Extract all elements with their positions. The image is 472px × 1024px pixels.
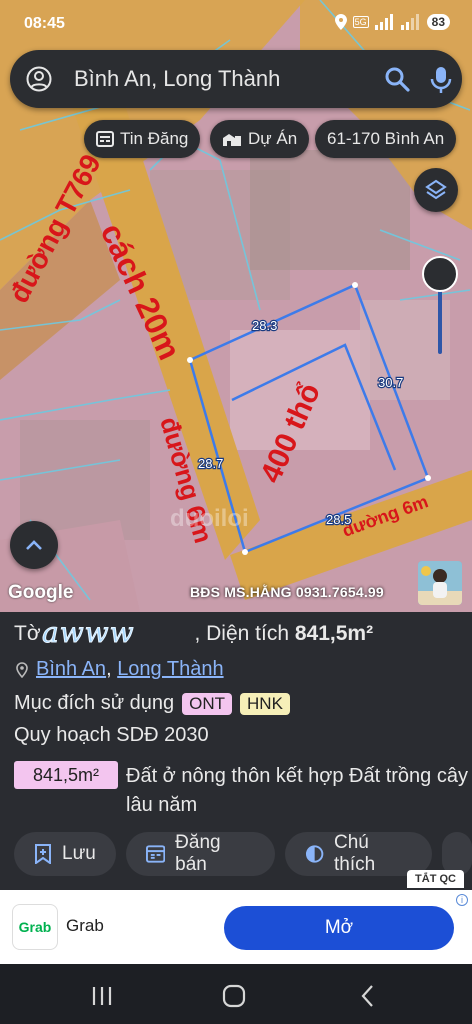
parcel-info-panel: Tờ awww , Diện tích 841,5m² Bình An, Lon… xyxy=(0,612,472,890)
microphone-icon[interactable] xyxy=(430,66,452,94)
land-use-row: Mục đích sử dụng ONT HNK xyxy=(14,692,290,715)
google-attribution: Google xyxy=(8,582,74,603)
area-label: , Diện tích xyxy=(194,622,289,645)
bookmark-add-icon xyxy=(35,844,51,864)
status-time: 08:45 xyxy=(24,15,65,32)
layers-button[interactable] xyxy=(414,168,458,212)
app-root: đường T769 cách 20m đường 6m 400 thổ đườ… xyxy=(0,0,472,1024)
system-nav-bar xyxy=(0,964,472,1024)
title-sticker: awww xyxy=(42,616,135,650)
parcel-title: Tờ awww , Diện tích 841,5m² xyxy=(14,616,374,650)
chip-projects-label: Dự Án xyxy=(248,129,298,148)
location-separator: , xyxy=(106,658,112,680)
legend-icon xyxy=(305,845,324,863)
search-input[interactable]: Bình An, Long Thành xyxy=(74,66,280,92)
seller-avatar xyxy=(418,561,462,605)
district-link[interactable]: Long Thành xyxy=(117,658,223,680)
chevron-up-icon xyxy=(26,540,42,550)
search-bar[interactable]: Bình An, Long Thành xyxy=(10,50,462,108)
grab-logo: Grab xyxy=(12,904,58,950)
title-prefix: Tờ xyxy=(14,622,41,645)
plan-label: Quy hoạch SDĐ 2030 xyxy=(14,724,209,746)
layers-icon xyxy=(425,179,447,200)
dimension-top: 28.3 xyxy=(252,318,277,333)
buildings-icon xyxy=(223,134,241,146)
home-icon[interactable] xyxy=(222,984,246,1008)
recent-apps-icon[interactable] xyxy=(92,987,112,1005)
seller-watermark: BĐS MS.HẰNG 0931.7654.99 xyxy=(190,584,384,600)
legend-button-label: Chú thích xyxy=(333,832,376,875)
chip-parcel-label: 61-170 Bình An xyxy=(327,129,445,148)
status-bar: 08:45 5G 83 xyxy=(0,0,472,50)
save-button-label: Lưu xyxy=(62,843,96,864)
plan-purpose-text: Đất ở nông thôn kết hợp Đất trồng cây lâ… xyxy=(126,765,468,816)
chip-listings[interactable]: Tin Đăng xyxy=(84,120,201,158)
parcel-location: Bình An, Long Thành xyxy=(16,658,224,681)
location-icon xyxy=(334,14,347,30)
ad-banner[interactable]: TẮT QC i Grab Grab Mở xyxy=(0,870,472,964)
chip-projects[interactable]: Dự Án xyxy=(210,120,310,158)
post-sale-button[interactable]: Đăng bán xyxy=(125,832,275,876)
chip-listings-label: Tin Đăng xyxy=(120,129,189,148)
search-icon[interactable] xyxy=(384,66,410,92)
close-ad-button[interactable]: TẮT QC xyxy=(407,870,464,888)
plan-area-badge: 841,5m² xyxy=(14,761,118,789)
ad-brand-name: Grab xyxy=(66,916,104,935)
account-icon[interactable] xyxy=(26,66,52,92)
save-button[interactable]: Lưu xyxy=(14,832,116,876)
purpose-tag-hnk: HNK xyxy=(240,692,290,715)
status-icons: 5G 83 xyxy=(334,14,450,30)
expand-panel-button[interactable] xyxy=(10,521,58,569)
dimension-left: 28.7 xyxy=(198,456,223,471)
chip-parcel[interactable]: 61-170 Bình An xyxy=(315,120,457,158)
post-sale-button-label: Đăng bán xyxy=(175,832,221,875)
purpose-label: Mục đích sử dụng xyxy=(14,692,175,714)
battery-indicator: 83 xyxy=(426,14,450,30)
purpose-tag-ont: ONT xyxy=(182,692,233,715)
signal2-icon xyxy=(400,14,419,30)
dimension-bottom: 28.5 xyxy=(326,512,351,527)
opacity-slider-handle[interactable] xyxy=(422,256,458,292)
dimension-right: 30.7 xyxy=(378,375,403,390)
area-value: 841,5m² xyxy=(294,622,374,645)
ad-info-icon[interactable]: i xyxy=(456,894,468,906)
signal-icon xyxy=(374,14,393,30)
location-pin-icon xyxy=(16,661,28,678)
ad-open-button[interactable]: Mở xyxy=(224,906,454,950)
back-icon[interactable] xyxy=(361,985,373,1007)
map-view[interactable]: đường T769 cách 20m đường 6m 400 thổ đườ… xyxy=(0,0,472,612)
newspaper-icon xyxy=(96,131,114,147)
listing-icon xyxy=(145,845,166,863)
action-row: Lưu Đăng bán Chú thích xyxy=(14,832,472,876)
brand-watermark: duoiloi xyxy=(170,505,249,532)
commune-link[interactable]: Bình An xyxy=(36,658,106,680)
network-type: 5G xyxy=(352,16,369,28)
